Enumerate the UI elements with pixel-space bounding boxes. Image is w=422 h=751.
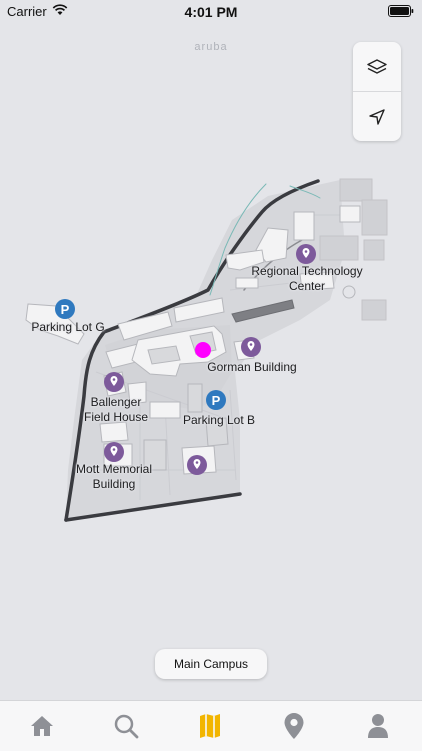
mott-memorial-label[interactable]: Mott Memorial Building bbox=[64, 462, 164, 492]
current-location-dot bbox=[195, 342, 211, 358]
regional-technology-label-line2: Center bbox=[288, 279, 326, 293]
tab-search[interactable] bbox=[84, 701, 168, 751]
map-icon bbox=[200, 714, 220, 738]
home-icon bbox=[31, 716, 53, 736]
gorman-building-label[interactable]: Gorman Building bbox=[198, 360, 306, 375]
svg-text:P: P bbox=[61, 302, 70, 317]
tab-places[interactable] bbox=[252, 701, 336, 751]
gorman-building-pin-icon[interactable] bbox=[241, 337, 261, 357]
ballenger-field-house-pin-icon[interactable] bbox=[104, 372, 124, 392]
locate-me-button[interactable] bbox=[353, 92, 401, 141]
status-bar: Carrier 4:01 PM bbox=[0, 0, 422, 22]
status-time: 4:01 PM bbox=[184, 4, 238, 20]
parking-lot-g-marker[interactable]: P bbox=[55, 299, 75, 319]
parking-lot-b-marker[interactable]: P bbox=[206, 390, 226, 410]
layers-button[interactable] bbox=[353, 42, 401, 92]
tab-profile[interactable] bbox=[336, 701, 420, 751]
ballenger-label-line2: Field House bbox=[83, 410, 149, 424]
search-icon bbox=[114, 714, 139, 739]
regional-technology-label-line1: Regional Technology bbox=[251, 264, 363, 278]
layers-icon bbox=[367, 58, 387, 74]
mott-label-line1: Mott Memorial bbox=[75, 462, 152, 476]
regional-technology-pin-icon[interactable] bbox=[296, 244, 316, 264]
ballenger-label-line1: Ballenger bbox=[90, 395, 142, 409]
person-icon bbox=[368, 714, 388, 738]
building-pin-icon[interactable] bbox=[187, 455, 207, 475]
battery-icon bbox=[388, 5, 414, 17]
map-pin-icon bbox=[284, 713, 304, 739]
regional-technology-label[interactable]: Regional Technology Center bbox=[236, 264, 378, 294]
tab-map[interactable] bbox=[168, 701, 252, 751]
parking-lot-g-label[interactable]: Parking Lot G bbox=[22, 320, 114, 335]
main-campus-button[interactable]: Main Campus bbox=[155, 649, 267, 679]
svg-text:P: P bbox=[212, 393, 221, 408]
map-controls bbox=[353, 42, 401, 141]
mott-memorial-pin-icon[interactable] bbox=[104, 442, 124, 462]
parking-lot-b-label[interactable]: Parking Lot B bbox=[174, 413, 264, 428]
location-arrow-icon bbox=[369, 108, 385, 125]
ballenger-field-house-label[interactable]: Ballenger Field House bbox=[74, 395, 158, 425]
tab-home[interactable] bbox=[0, 701, 84, 751]
tab-bar bbox=[0, 700, 422, 751]
mott-label-line2: Building bbox=[92, 477, 136, 491]
